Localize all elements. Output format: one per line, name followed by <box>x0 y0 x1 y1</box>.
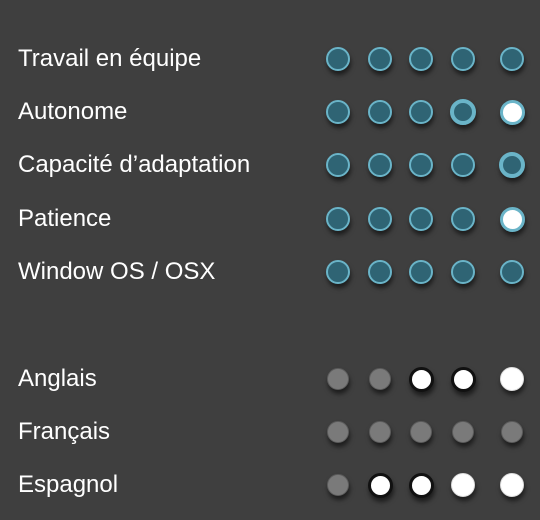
skill-row-window-os-osx: Window OS / OSX <box>0 255 540 289</box>
language-row-espagnol: Espagnol <box>0 468 540 502</box>
skill-rating <box>321 148 527 182</box>
rating-dot-gray <box>327 368 349 390</box>
language-row-francais: Français <box>0 415 540 449</box>
rating-dot-teal <box>368 153 392 177</box>
rating-dot-teal <box>368 47 392 71</box>
rating-dot-gray <box>410 421 432 443</box>
skill-row-capacite-adaptation: Capacité d’adaptation <box>0 148 540 182</box>
skill-row-patience: Patience <box>0 202 540 236</box>
rating-dot-teal <box>409 207 433 231</box>
rating-dot-white-black <box>367 472 393 498</box>
skill-rating <box>321 95 527 129</box>
rating-dot-white-ring <box>499 206 525 232</box>
rating-dot-white <box>500 473 524 497</box>
rating-dot-teal-thick <box>450 99 476 125</box>
rating-dot-gray <box>369 368 391 390</box>
skills-panel: Travail en équipe Autonome Capacité d’ad… <box>0 0 540 520</box>
rating-dot-white <box>500 367 524 391</box>
language-label: Français <box>18 418 111 445</box>
rating-dot-gray <box>369 421 391 443</box>
rating-dot-teal <box>326 260 350 284</box>
rating-dot-teal <box>409 153 433 177</box>
rating-dot-teal <box>451 260 475 284</box>
skill-label: Capacité d’adaptation <box>18 151 251 178</box>
rating-dot-gray <box>327 474 349 496</box>
rating-dot-white-black <box>408 366 434 392</box>
rating-dot-teal <box>326 100 350 124</box>
rating-dot-teal <box>500 47 524 71</box>
rating-dot-gray <box>327 421 349 443</box>
rating-dot-teal <box>326 153 350 177</box>
rating-dot-teal <box>451 47 475 71</box>
rating-dot-teal <box>409 100 433 124</box>
rating-dot-white-ring <box>499 99 525 125</box>
rating-dot-gray <box>501 421 523 443</box>
skill-rating <box>321 255 527 289</box>
language-label: Espagnol <box>18 471 119 498</box>
rating-dot-teal <box>326 47 350 71</box>
language-rating <box>321 468 527 502</box>
rating-dot-teal <box>451 153 475 177</box>
skill-label: Window OS / OSX <box>18 258 216 285</box>
rating-dot-teal <box>368 260 392 284</box>
rating-dot-teal <box>409 260 433 284</box>
rating-dot-teal <box>326 207 350 231</box>
language-rating <box>321 415 527 449</box>
rating-dot-white <box>451 473 475 497</box>
skill-rating <box>321 202 527 236</box>
skill-row-travail-en-equipe: Travail en équipe <box>0 42 540 76</box>
skill-label: Travail en équipe <box>18 45 202 72</box>
rating-dot-teal <box>451 207 475 231</box>
rating-dot-teal <box>368 100 392 124</box>
skill-row-autonome: Autonome <box>0 95 540 129</box>
rating-dot-white-black <box>408 472 434 498</box>
rating-dot-teal <box>500 260 524 284</box>
language-row-anglais: Anglais <box>0 362 540 396</box>
skill-label: Autonome <box>18 98 128 125</box>
rating-dot-teal-thick <box>499 152 525 178</box>
rating-dot-teal <box>368 207 392 231</box>
rating-dot-white-black <box>450 366 476 392</box>
rating-dot-teal <box>409 47 433 71</box>
rating-dot-gray <box>452 421 474 443</box>
skill-label: Patience <box>18 205 112 232</box>
language-label: Anglais <box>18 365 97 392</box>
language-rating <box>321 362 527 396</box>
skill-rating <box>321 42 527 76</box>
